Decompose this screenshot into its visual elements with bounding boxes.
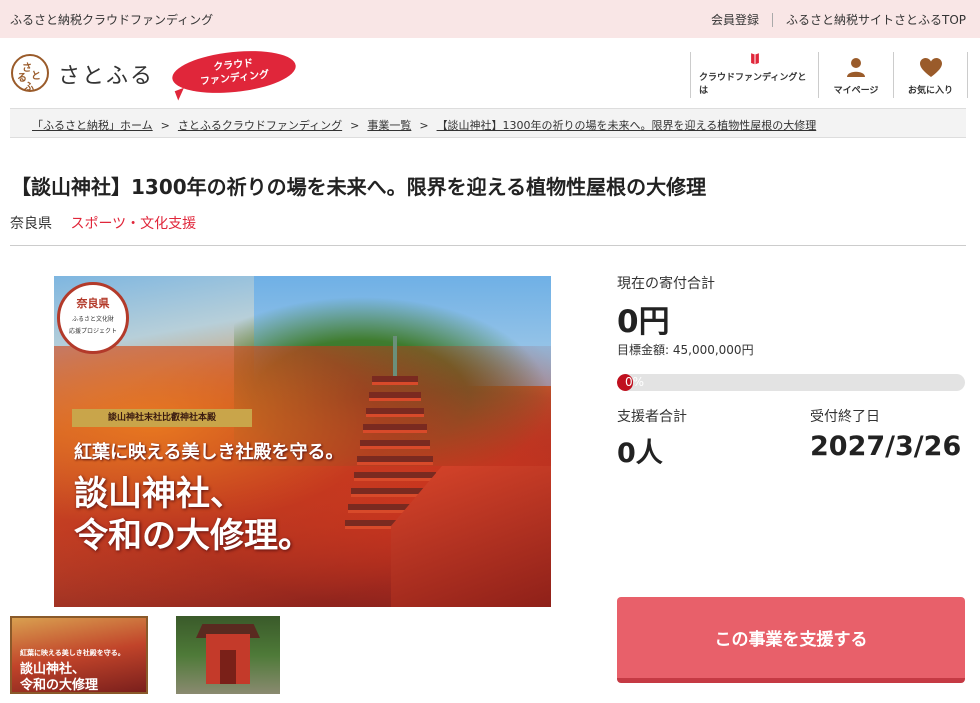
heart-icon	[919, 58, 942, 77]
project-meta: 奈良県 スポーツ・文化支援	[10, 213, 196, 233]
nav-favorites[interactable]: お気に入り	[893, 52, 968, 98]
target-amount: 目標金額: 45,000,000円	[617, 343, 754, 357]
breadcrumb-separator: >	[419, 119, 429, 132]
satofull-top-link[interactable]: ふるさと納税サイトさとふるTOP	[786, 11, 966, 28]
supporters-label: 支援者合計	[617, 409, 687, 425]
category-link[interactable]: スポーツ・文化支援	[70, 216, 196, 232]
breadcrumb: 「ふるさと納税」ホーム > さとふるクラウドファンディング > 事業一覧 > 【談山神社】1…	[10, 108, 966, 138]
project-seal: 奈良県 ふるさと文化財 応援プロジェクト	[57, 282, 129, 354]
deadline-value: 2027/3/26	[810, 431, 962, 462]
page-title: 【談山神社】1300年の祈りの場を未来へ。限界を迎える植物性屋根の大修理	[11, 175, 707, 199]
breadcrumb-separator: >	[160, 119, 170, 132]
nav-label: お気に入り	[907, 86, 953, 96]
image-subtitle: 談山神社末社比叡神社本殿	[72, 409, 252, 427]
nav-label: クラウドファンディングとは	[699, 73, 807, 96]
top-links: 会員登録 ふるさと納税サイトさとふるTOP	[711, 11, 966, 28]
crowdfunding-badge[interactable]: クラウド ファンディング	[170, 45, 298, 99]
logo-mark[interactable]: さ と る ふ	[11, 54, 49, 93]
shrine-door	[220, 650, 236, 684]
member-register-link[interactable]: 会員登録	[711, 11, 759, 28]
header: さ と る ふ さとふる クラウド ファンディング クラウドファンディングとは …	[0, 38, 980, 108]
supporters-value: 0人	[617, 438, 663, 469]
logo-text[interactable]: さとふる	[58, 58, 154, 90]
total-label: 現在の寄付合計	[617, 276, 715, 292]
top-bar: ふるさと納税クラウドファンディング 会員登録 ふるさと納税サイトさとふるTOP	[0, 0, 980, 38]
breadcrumb-current[interactable]: 【談山神社】1300年の祈りの場を未来へ。限界を迎える植物性屋根の大修理	[437, 119, 817, 132]
logo-char: ふ	[24, 82, 34, 93]
book-icon	[750, 53, 759, 65]
nav-label: マイページ	[833, 86, 879, 96]
site-name: ふるさと納税クラウドファンディング	[10, 13, 214, 27]
image-catchphrase: 紅葉に映える美しき社殿を守る。	[74, 442, 344, 463]
support-project-button[interactable]: この事業を支援する	[617, 597, 965, 683]
divider	[771, 12, 773, 27]
nav-about-crowdfunding[interactable]: クラウドファンディングとは	[690, 52, 818, 98]
breadcrumb-separator: >	[350, 119, 360, 132]
total-value: 0円	[617, 304, 670, 340]
header-nav: クラウドファンディングとは マイページ お気に入り	[690, 52, 968, 98]
seal-text: 応援プロジェクト	[68, 328, 117, 335]
user-icon	[847, 58, 865, 77]
progress-bar: 0%	[617, 374, 965, 391]
seal-text: ふるさと文化財	[71, 316, 114, 323]
thumbnail-2[interactable]	[176, 616, 280, 694]
thumbnail-text: 令和の大修理	[20, 678, 99, 693]
progress-percent: 0%	[625, 375, 645, 389]
breadcrumb-home[interactable]: 「ふるさと納税」ホーム	[32, 119, 153, 132]
thumbnail-1[interactable]: 紅葉に映える美しき社殿を守る。 談山神社、 令和の大修理	[10, 616, 148, 694]
breadcrumb-crowdfunding[interactable]: さとふるクラウドファンディング	[178, 119, 342, 132]
main-project-image: 奈良県 ふるさと文化財 応援プロジェクト 談山神社末社比叡神社本殿 紅葉に映える…	[54, 276, 551, 607]
thumbnail-text: 紅葉に映える美しき社殿を守る。	[20, 649, 125, 657]
prefecture-label: 奈良県	[10, 216, 52, 232]
deadline-label: 受付終了日	[810, 409, 880, 425]
seal-title: 奈良県	[76, 297, 110, 310]
nav-mypage[interactable]: マイページ	[818, 52, 893, 98]
divider	[10, 245, 966, 246]
breadcrumb-project-list[interactable]: 事業一覧	[367, 119, 411, 132]
image-headline-2: 令和の大修理。	[74, 516, 312, 556]
